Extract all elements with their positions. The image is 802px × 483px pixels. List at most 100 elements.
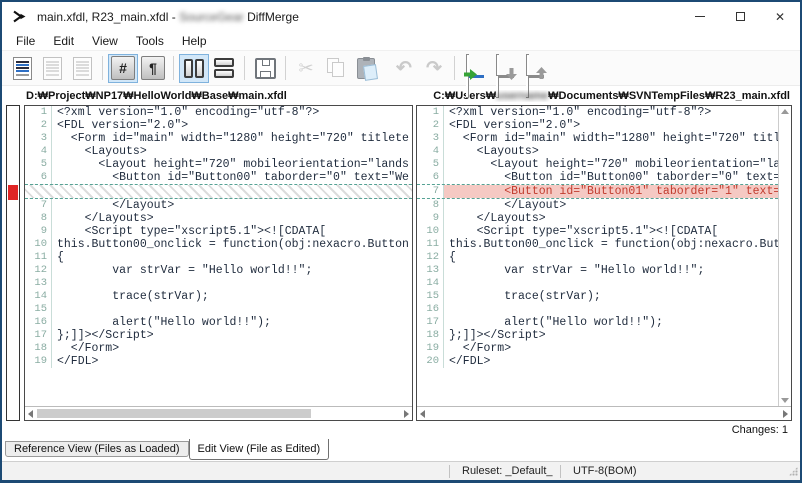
code-text[interactable]: <Button id="Button01" taborder="1" text=… [444,185,778,198]
code-text[interactable]: </Form> [444,342,778,355]
code-text[interactable]: trace(strVar); [444,290,778,303]
menu-help[interactable]: Help [173,32,216,50]
left-file-panel: 1<?xml version="1.0" encoding="utf-8"?>2… [24,105,413,421]
left-code-area[interactable]: 1<?xml version="1.0" encoding="utf-8"?>2… [25,106,412,406]
line-number: 5 [417,158,444,171]
code-text[interactable]: </Layouts> [444,212,778,225]
code-line: 2<FDL version="2.0"> [417,119,778,132]
status-ruleset: Ruleset: _Default_ [450,465,560,477]
code-text[interactable]: { [52,251,412,264]
show-whitespace-toggle[interactable]: ¶ [138,54,168,83]
window-title: main.xfdl, R23_main.xfdl - SourceGear Di… [37,10,299,24]
vertical-split-icon [184,59,204,78]
code-text[interactable]: };]]></Script> [52,329,412,342]
vertical-split-toggle[interactable] [179,54,209,83]
code-text[interactable]: { [444,251,778,264]
toolbar-separator [285,56,286,80]
scroll-right-arrow[interactable] [404,410,409,418]
code-text[interactable]: <Form id="main" width="1280" height="720… [52,132,412,145]
code-text[interactable]: <Button id="Button00" taborder="0" text=… [52,171,412,184]
code-text[interactable]: var strVar = "Hello world!!"; [444,264,778,277]
code-text[interactable]: alert("Hello world!!"); [52,316,412,329]
menu-file[interactable]: File [7,32,44,50]
paste-icon [357,58,375,79]
paste-button[interactable] [351,54,381,83]
code-text[interactable] [444,303,778,316]
menu-bar: FileEditViewToolsHelp [2,31,800,51]
code-text[interactable]: trace(strVar); [52,290,412,303]
code-text[interactable] [444,277,778,290]
code-text[interactable]: <Layouts> [444,145,778,158]
scroll-left-arrow[interactable] [28,410,33,418]
line-number: 2 [25,119,52,132]
menu-edit[interactable]: Edit [44,32,83,50]
file-diff-button[interactable] [7,54,37,83]
line-number: 14 [25,290,52,303]
code-line: 16 [417,303,778,316]
code-text[interactable]: <?xml version="1.0" encoding="utf-8"?> [444,106,778,119]
code-text[interactable]: };]]></Script> [444,329,778,342]
prev-change-button[interactable] [520,54,550,83]
code-text[interactable]: this.Button00_onclick = function(obj:nex… [444,238,778,251]
next-change-button[interactable] [490,54,520,83]
code-text[interactable]: <?xml version="1.0" encoding="utf-8"?> [52,106,412,119]
horizontal-split-toggle[interactable] [209,54,239,83]
code-line: 17};]]></Script> [25,329,412,342]
copy-button [321,54,351,83]
code-text[interactable]: <Button id="Button00" taborder="0" text=… [444,171,778,184]
code-text[interactable]: </Form> [52,342,412,355]
tab-reference-view[interactable]: Reference View (Files as Loaded) [5,441,189,457]
code-text[interactable]: <Script type="xscript5.1"><![CDATA[ [444,225,778,238]
menu-tools[interactable]: Tools [127,32,173,50]
cut-button: ✂ [291,54,321,83]
code-text[interactable]: </Layouts> [52,212,412,225]
code-line: 2<FDL version="2.0"> [25,119,412,132]
line-number: 2 [417,119,444,132]
diff-main-area: 1<?xml version="1.0" encoding="utf-8"?>2… [2,105,800,421]
code-text[interactable] [52,303,412,316]
right-vertical-scrollbar[interactable] [778,106,791,406]
copy-icon [327,58,345,78]
app-icon [12,9,28,25]
code-text[interactable] [52,277,412,290]
code-line: 9 <Script type="xscript5.1"><![CDATA[ [25,225,412,238]
file-merge-button [67,54,97,83]
code-text[interactable]: var strVar = "Hello world!!"; [52,264,412,277]
scroll-down-arrow[interactable] [781,398,789,403]
code-text[interactable]: </Layout> [444,199,778,212]
right-horizontal-scrollbar[interactable] [417,406,791,420]
save-button[interactable] [250,54,280,83]
tab-edit-view[interactable]: Edit View (File as Edited) [189,439,330,460]
redacted-username: username [496,90,548,102]
code-text[interactable]: </Layout> [52,199,412,212]
scroll-up-arrow[interactable] [781,109,789,114]
code-line: 19</FDL> [25,355,412,368]
code-text[interactable]: <Layout height="720" mobileorientation="… [444,158,778,171]
right-code-area[interactable]: 1<?xml version="1.0" encoding="utf-8"?>2… [417,106,778,406]
maximize-button[interactable] [720,2,760,31]
change-marker[interactable] [8,185,18,200]
scroll-right-arrow[interactable] [783,410,788,418]
scroll-left-arrow[interactable] [420,410,425,418]
code-text[interactable]: alert("Hello world!!"); [444,316,778,329]
menu-view[interactable]: View [83,32,127,50]
line-numbers-toggle[interactable]: # [108,54,138,83]
apply-change-button[interactable] [460,54,490,83]
code-text[interactable]: <Layouts> [52,145,412,158]
overview-ruler[interactable] [6,105,20,421]
scrollbar-thumb[interactable] [37,409,311,418]
code-text[interactable]: <FDL version="2.0"> [52,119,412,132]
code-line: 15 [25,303,412,316]
code-text[interactable]: <Form id="main" width="1280" height="720… [444,132,778,145]
minimize-button[interactable] [680,2,720,31]
code-text[interactable]: <Script type="xscript5.1"><![CDATA[ [52,225,412,238]
document-icon [73,57,92,80]
code-text[interactable]: <Layout height="720" mobileorientation="… [52,158,412,171]
code-text[interactable]: <FDL version="2.0"> [444,119,778,132]
resize-grip[interactable] [789,467,798,476]
code-text[interactable]: </FDL> [444,355,778,368]
left-horizontal-scrollbar[interactable] [25,406,412,420]
close-button[interactable]: ✕ [760,2,800,31]
code-text[interactable]: </FDL> [52,355,412,368]
code-text[interactable]: this.Button00_onclick = function(obj:nex… [52,238,412,251]
